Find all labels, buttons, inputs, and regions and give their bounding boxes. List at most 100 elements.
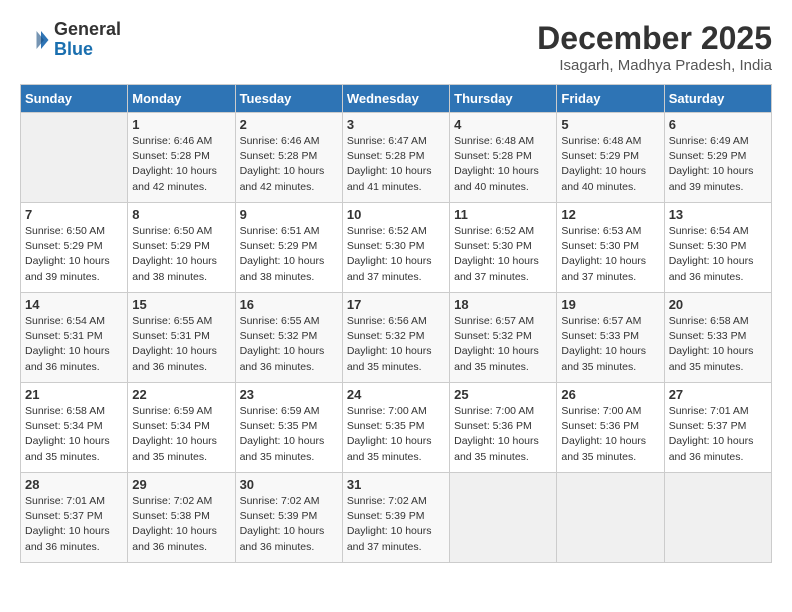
calendar-cell [557,473,664,563]
calendar-cell: 10 Sunrise: 6:52 AM Sunset: 5:30 PM Dayli… [342,203,449,293]
calendar-cell: 2 Sunrise: 6:46 AM Sunset: 5:28 PM Daylig… [235,113,342,203]
day-info: Sunrise: 6:53 AM Sunset: 5:30 PM Dayligh… [561,224,659,285]
day-info: Sunrise: 6:54 AM Sunset: 5:30 PM Dayligh… [669,224,767,285]
weekday-header: Friday [557,85,664,113]
day-number: 29 [132,477,230,492]
calendar-week-row: 21 Sunrise: 6:58 AM Sunset: 5:34 PM Dayli… [21,383,772,473]
day-number: 9 [240,207,338,222]
calendar-cell: 16 Sunrise: 6:55 AM Sunset: 5:32 PM Dayli… [235,293,342,383]
calendar-cell: 20Sunrise: 6:58 AM Sunset: 5:33 PM Dayli… [664,293,771,383]
title-section: December 2025 Isagarh, Madhya Pradesh, I… [537,20,772,74]
day-info: Sunrise: 7:01 AM Sunset: 5:37 PM Dayligh… [669,404,767,465]
weekday-header: Monday [128,85,235,113]
day-number: 7 [25,207,123,222]
calendar-cell: 14 Sunrise: 6:54 AM Sunset: 5:31 PM Dayli… [21,293,128,383]
calendar-cell: 13 Sunrise: 6:54 AM Sunset: 5:30 PM Dayli… [664,203,771,293]
calendar-cell: 6 Sunrise: 6:49 AM Sunset: 5:29 PM Daylig… [664,113,771,203]
calendar-cell: 17Sunrise: 6:56 AM Sunset: 5:32 PM Dayli… [342,293,449,383]
weekday-header: Tuesday [235,85,342,113]
day-info: Sunrise: 6:57 AM Sunset: 5:33 PM Dayligh… [561,314,659,375]
day-info: Sunrise: 6:52 AM Sunset: 5:30 PM Dayligh… [454,224,552,285]
calendar-cell: 30Sunrise: 7:02 AM Sunset: 5:39 PM Dayli… [235,473,342,563]
calendar-table: SundayMondayTuesdayWednesdayThursdayFrid… [20,84,772,563]
day-number: 11 [454,207,552,222]
calendar-cell: 28 Sunrise: 7:01 AM Sunset: 5:37 PM Dayli… [21,473,128,563]
day-number: 14 [25,297,123,312]
calendar-cell: 29 Sunrise: 7:02 AM Sunset: 5:38 PM Dayli… [128,473,235,563]
day-info: Sunrise: 6:59 AM Sunset: 5:35 PM Dayligh… [240,404,338,465]
day-info: Sunrise: 6:57 AM Sunset: 5:32 PM Dayligh… [454,314,552,375]
calendar-cell: 4 Sunrise: 6:48 AM Sunset: 5:28 PM Daylig… [450,113,557,203]
day-number: 24 [347,387,445,402]
day-number: 12 [561,207,659,222]
calendar-cell: 15 Sunrise: 6:55 AM Sunset: 5:31 PM Dayli… [128,293,235,383]
location-subtitle: Isagarh, Madhya Pradesh, India [537,57,772,74]
day-info: Sunrise: 6:49 AM Sunset: 5:29 PM Dayligh… [669,134,767,195]
day-info: Sunrise: 6:59 AM Sunset: 5:34 PM Dayligh… [132,404,230,465]
day-info: Sunrise: 6:46 AM Sunset: 5:28 PM Dayligh… [240,134,338,195]
day-info: Sunrise: 6:51 AM Sunset: 5:29 PM Dayligh… [240,224,338,285]
day-number: 16 [240,297,338,312]
day-info: Sunrise: 6:50 AM Sunset: 5:29 PM Dayligh… [132,224,230,285]
day-info: Sunrise: 6:55 AM Sunset: 5:32 PM Dayligh… [240,314,338,375]
day-info: Sunrise: 7:02 AM Sunset: 5:39 PM Dayligh… [347,494,445,555]
day-number: 6 [669,117,767,132]
day-info: Sunrise: 6:55 AM Sunset: 5:31 PM Dayligh… [132,314,230,375]
calendar-cell: 5Sunrise: 6:48 AM Sunset: 5:29 PM Daylig… [557,113,664,203]
day-number: 2 [240,117,338,132]
logo-icon [20,25,50,55]
calendar-cell: 31 Sunrise: 7:02 AM Sunset: 5:39 PM Dayli… [342,473,449,563]
day-number: 30 [240,477,338,492]
calendar-cell: 11 Sunrise: 6:52 AM Sunset: 5:30 PM Dayli… [450,203,557,293]
day-info: Sunrise: 6:48 AM Sunset: 5:29 PM Dayligh… [561,134,659,195]
day-number: 31 [347,477,445,492]
day-number: 15 [132,297,230,312]
calendar-cell [664,473,771,563]
weekday-header: Sunday [21,85,128,113]
calendar-cell: 3Sunrise: 6:47 AM Sunset: 5:28 PM Daylig… [342,113,449,203]
day-info: Sunrise: 6:47 AM Sunset: 5:28 PM Dayligh… [347,134,445,195]
day-info: Sunrise: 7:00 AM Sunset: 5:36 PM Dayligh… [454,404,552,465]
day-info: Sunrise: 6:58 AM Sunset: 5:34 PM Dayligh… [25,404,123,465]
calendar-cell: 22 Sunrise: 6:59 AM Sunset: 5:34 PM Dayli… [128,383,235,473]
day-number: 22 [132,387,230,402]
day-info: Sunrise: 7:01 AM Sunset: 5:37 PM Dayligh… [25,494,123,555]
day-number: 26 [561,387,659,402]
day-info: Sunrise: 6:54 AM Sunset: 5:31 PM Dayligh… [25,314,123,375]
day-number: 23 [240,387,338,402]
calendar-cell: 19 Sunrise: 6:57 AM Sunset: 5:33 PM Dayli… [557,293,664,383]
calendar-cell: 9 Sunrise: 6:51 AM Sunset: 5:29 PM Daylig… [235,203,342,293]
day-number: 25 [454,387,552,402]
calendar-cell: 21 Sunrise: 6:58 AM Sunset: 5:34 PM Dayli… [21,383,128,473]
day-info: Sunrise: 6:56 AM Sunset: 5:32 PM Dayligh… [347,314,445,375]
day-number: 10 [347,207,445,222]
day-number: 13 [669,207,767,222]
calendar-cell [21,113,128,203]
logo-text: General Blue [54,20,121,60]
logo: General Blue [20,20,121,60]
day-info: Sunrise: 6:48 AM Sunset: 5:28 PM Dayligh… [454,134,552,195]
calendar-cell: 27 Sunrise: 7:01 AM Sunset: 5:37 PM Dayli… [664,383,771,473]
page-header: General Blue December 2025 Isagarh, Madh… [20,20,772,74]
calendar-cell: 8Sunrise: 6:50 AM Sunset: 5:29 PM Daylig… [128,203,235,293]
calendar-cell: 12 Sunrise: 6:53 AM Sunset: 5:30 PM Dayli… [557,203,664,293]
weekday-header-row: SundayMondayTuesdayWednesdayThursdayFrid… [21,85,772,113]
day-number: 19 [561,297,659,312]
calendar-cell [450,473,557,563]
day-info: Sunrise: 6:46 AM Sunset: 5:28 PM Dayligh… [132,134,230,195]
calendar-week-row: 7 Sunrise: 6:50 AM Sunset: 5:29 PM Daylig… [21,203,772,293]
calendar-cell: 23 Sunrise: 6:59 AM Sunset: 5:35 PM Dayli… [235,383,342,473]
day-number: 4 [454,117,552,132]
day-number: 21 [25,387,123,402]
day-info: Sunrise: 7:02 AM Sunset: 5:38 PM Dayligh… [132,494,230,555]
calendar-cell: 24Sunrise: 7:00 AM Sunset: 5:35 PM Dayli… [342,383,449,473]
day-info: Sunrise: 6:50 AM Sunset: 5:29 PM Dayligh… [25,224,123,285]
day-info: Sunrise: 6:58 AM Sunset: 5:33 PM Dayligh… [669,314,767,375]
day-number: 28 [25,477,123,492]
weekday-header: Saturday [664,85,771,113]
day-info: Sunrise: 6:52 AM Sunset: 5:30 PM Dayligh… [347,224,445,285]
day-info: Sunrise: 7:00 AM Sunset: 5:36 PM Dayligh… [561,404,659,465]
calendar-cell: 1Sunrise: 6:46 AM Sunset: 5:28 PM Daylig… [128,113,235,203]
calendar-cell: 26 Sunrise: 7:00 AM Sunset: 5:36 PM Dayli… [557,383,664,473]
day-number: 27 [669,387,767,402]
